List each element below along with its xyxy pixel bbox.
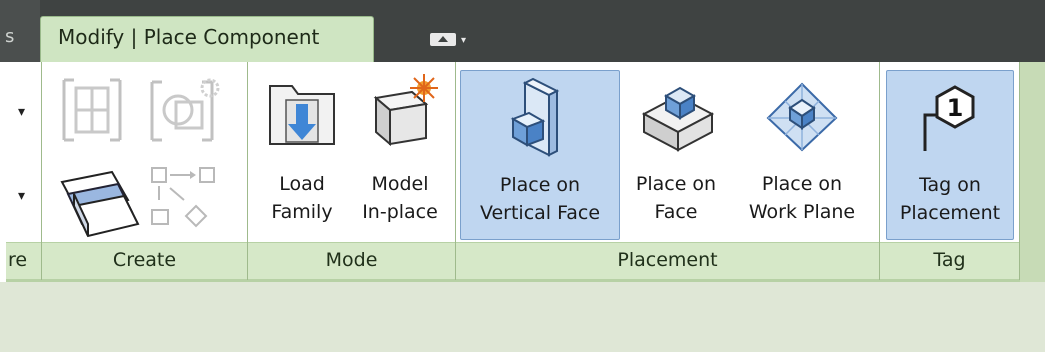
mode-panel: Load Family Model In-place Mode [248,62,456,280]
placement-panel-label: Placement [456,243,879,279]
model-in-place-label: Model In-place [362,173,438,223]
model-in-place-icon [373,74,438,147]
place-on-face-button[interactable]: Place on Face [624,70,728,240]
tag-number: 1 [947,94,964,122]
work-plane-label: Place on Work Plane [748,173,856,223]
place-on-work-plane-button[interactable]: Place on Work Plane [732,70,872,240]
load-family-label: Load Family [271,173,333,223]
tag-panel: 1 Tag on Placement Tag [880,62,1020,280]
panel-toggle-button[interactable]: ▾ [430,30,470,48]
placement-panel: Place on Vertical Face Place on Face Pla… [456,62,880,280]
create-group-icon[interactable] [58,76,126,144]
face-label: Place on Face [635,173,717,223]
place-on-vertical-face-button[interactable]: Place on Vertical Face [460,70,620,240]
load-family-button[interactable]: Load Family [256,70,348,240]
model-in-place-button[interactable]: Model In-place [352,70,448,240]
face-icon [641,86,715,152]
chevron-down-icon: ▾ [461,35,467,46]
tag-icon: 1 [923,85,975,151]
vertical-face-icon [510,77,560,157]
mode-panel-label: Mode [248,243,455,279]
partial-tab-label: s [5,26,15,47]
load-family-icon [269,85,335,145]
partial-tab[interactable]: s [0,0,40,62]
options-bar-area [0,282,1045,352]
create-array-icon[interactable] [150,166,230,234]
ribbon-tab-bar: s Modify | Place Component ▾ [0,0,1045,64]
tag-on-placement-label: Tag on Placement [899,174,1001,224]
create-parts-icon[interactable] [54,158,144,238]
tab-modify-place-component[interactable]: Modify | Place Component [40,16,374,64]
create-panel: Create [42,62,248,280]
panel-minimize-icon [430,33,456,46]
tag-panel-label: Tag [880,243,1019,279]
create-panel-label: Create [42,243,247,279]
tab-label: Modify | Place Component [58,25,320,49]
partial-panel-label: re [6,243,41,279]
tag-on-placement-button[interactable]: 1 Tag on Placement [886,70,1014,240]
partial-panel: ▾ ▾ re [6,62,42,280]
vertical-face-label: Place on Vertical Face [479,174,601,224]
ribbon-right-edge [1020,62,1045,282]
dropdown-arrow-1[interactable]: ▾ [18,104,25,120]
create-assembly-icon[interactable] [146,74,226,144]
dropdown-arrow-2[interactable]: ▾ [18,188,25,204]
work-plane-icon [766,82,838,152]
